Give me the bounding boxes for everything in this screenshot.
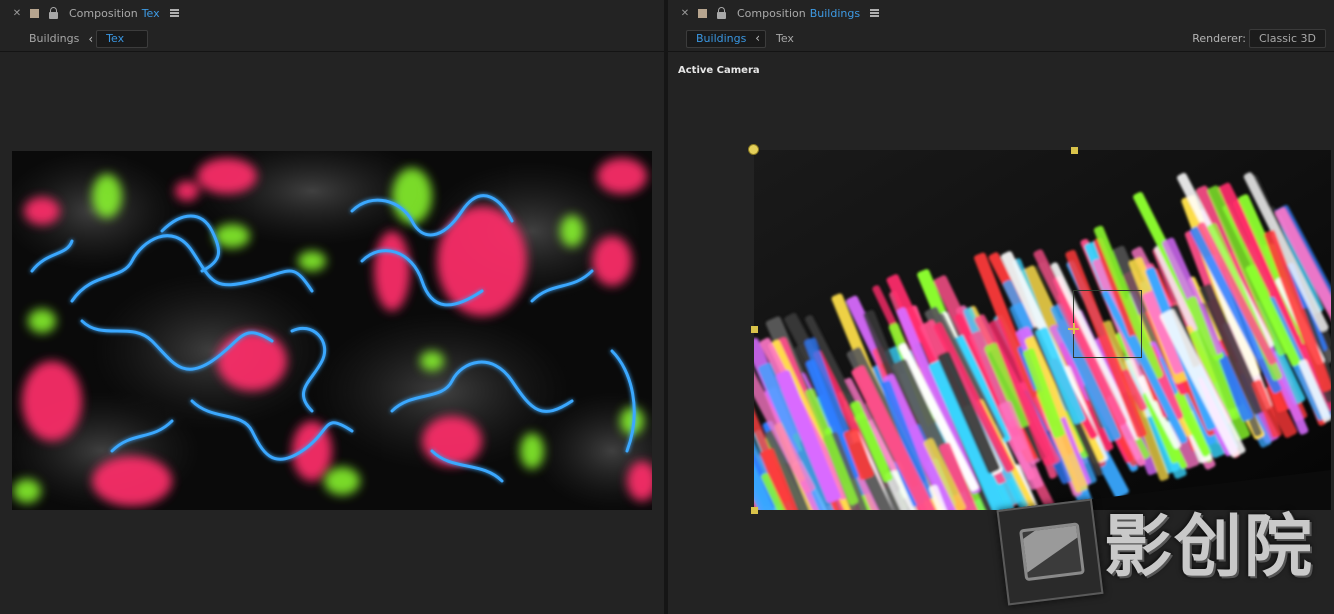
nav-item-buildings[interactable]: Buildings — [29, 32, 79, 45]
chevron-left-icon[interactable]: ‹ — [88, 32, 93, 46]
camera-target-box[interactable] — [1073, 290, 1142, 358]
layer-handle-left[interactable] — [751, 326, 758, 333]
renderer-dropdown[interactable]: Classic 3D — [1248, 29, 1326, 48]
renderer-control: Renderer: Classic 3D — [1192, 29, 1326, 48]
film-logo-icon — [996, 498, 1104, 606]
nav-item-label: Buildings — [696, 31, 747, 45]
close-icon[interactable]: ✕ — [10, 8, 24, 19]
crosshair-icon[interactable] — [1068, 323, 1079, 334]
renderer-label: Renderer: — [1192, 32, 1246, 45]
watermark-text: 影创院 — [1104, 508, 1315, 587]
nav-item-tex-active[interactable]: Tex — [96, 29, 149, 48]
panel-tab-bar: ✕ Composition Buildings — [668, 0, 1334, 26]
texture-render — [12, 151, 652, 510]
close-icon[interactable]: ✕ — [678, 8, 692, 19]
composition-viewer-tex[interactable] — [12, 151, 652, 510]
tab-prefix: Composition — [69, 6, 138, 20]
view-label: Active Camera — [678, 65, 760, 76]
tab-composition-name[interactable]: Buildings — [810, 7, 860, 20]
tab-prefix: Composition — [737, 6, 806, 20]
panel-menu-icon[interactable] — [169, 9, 180, 17]
label-color-swatch[interactable] — [698, 8, 707, 18]
panel-menu-icon[interactable] — [870, 9, 880, 17]
nav-item-buildings-active[interactable]: Buildings ‹ — [686, 29, 766, 48]
tab-composition-name[interactable]: Tex — [142, 7, 160, 20]
composition-navigator: Buildings ‹ Tex — [0, 26, 664, 52]
lock-icon[interactable] — [715, 7, 729, 19]
chevron-left-icon[interactable]: ‹ — [755, 31, 760, 45]
layer-anchor-handle[interactable] — [748, 144, 759, 155]
nav-item-tex[interactable]: Tex — [776, 32, 794, 45]
layer-handle-bottom-left[interactable] — [751, 507, 758, 514]
layer-handle-top[interactable] — [1071, 147, 1078, 154]
buildings-render — [754, 150, 1331, 510]
composition-viewer-buildings[interactable] — [754, 150, 1331, 510]
composition-panel-tex: ✕ Composition Tex Buildings ‹ Tex — [0, 0, 664, 614]
watermark: 影创院 — [996, 498, 1330, 606]
label-color-swatch[interactable] — [30, 8, 39, 18]
panel-tab-bar: ✕ Composition Tex — [0, 0, 664, 26]
lock-icon[interactable] — [47, 7, 61, 19]
